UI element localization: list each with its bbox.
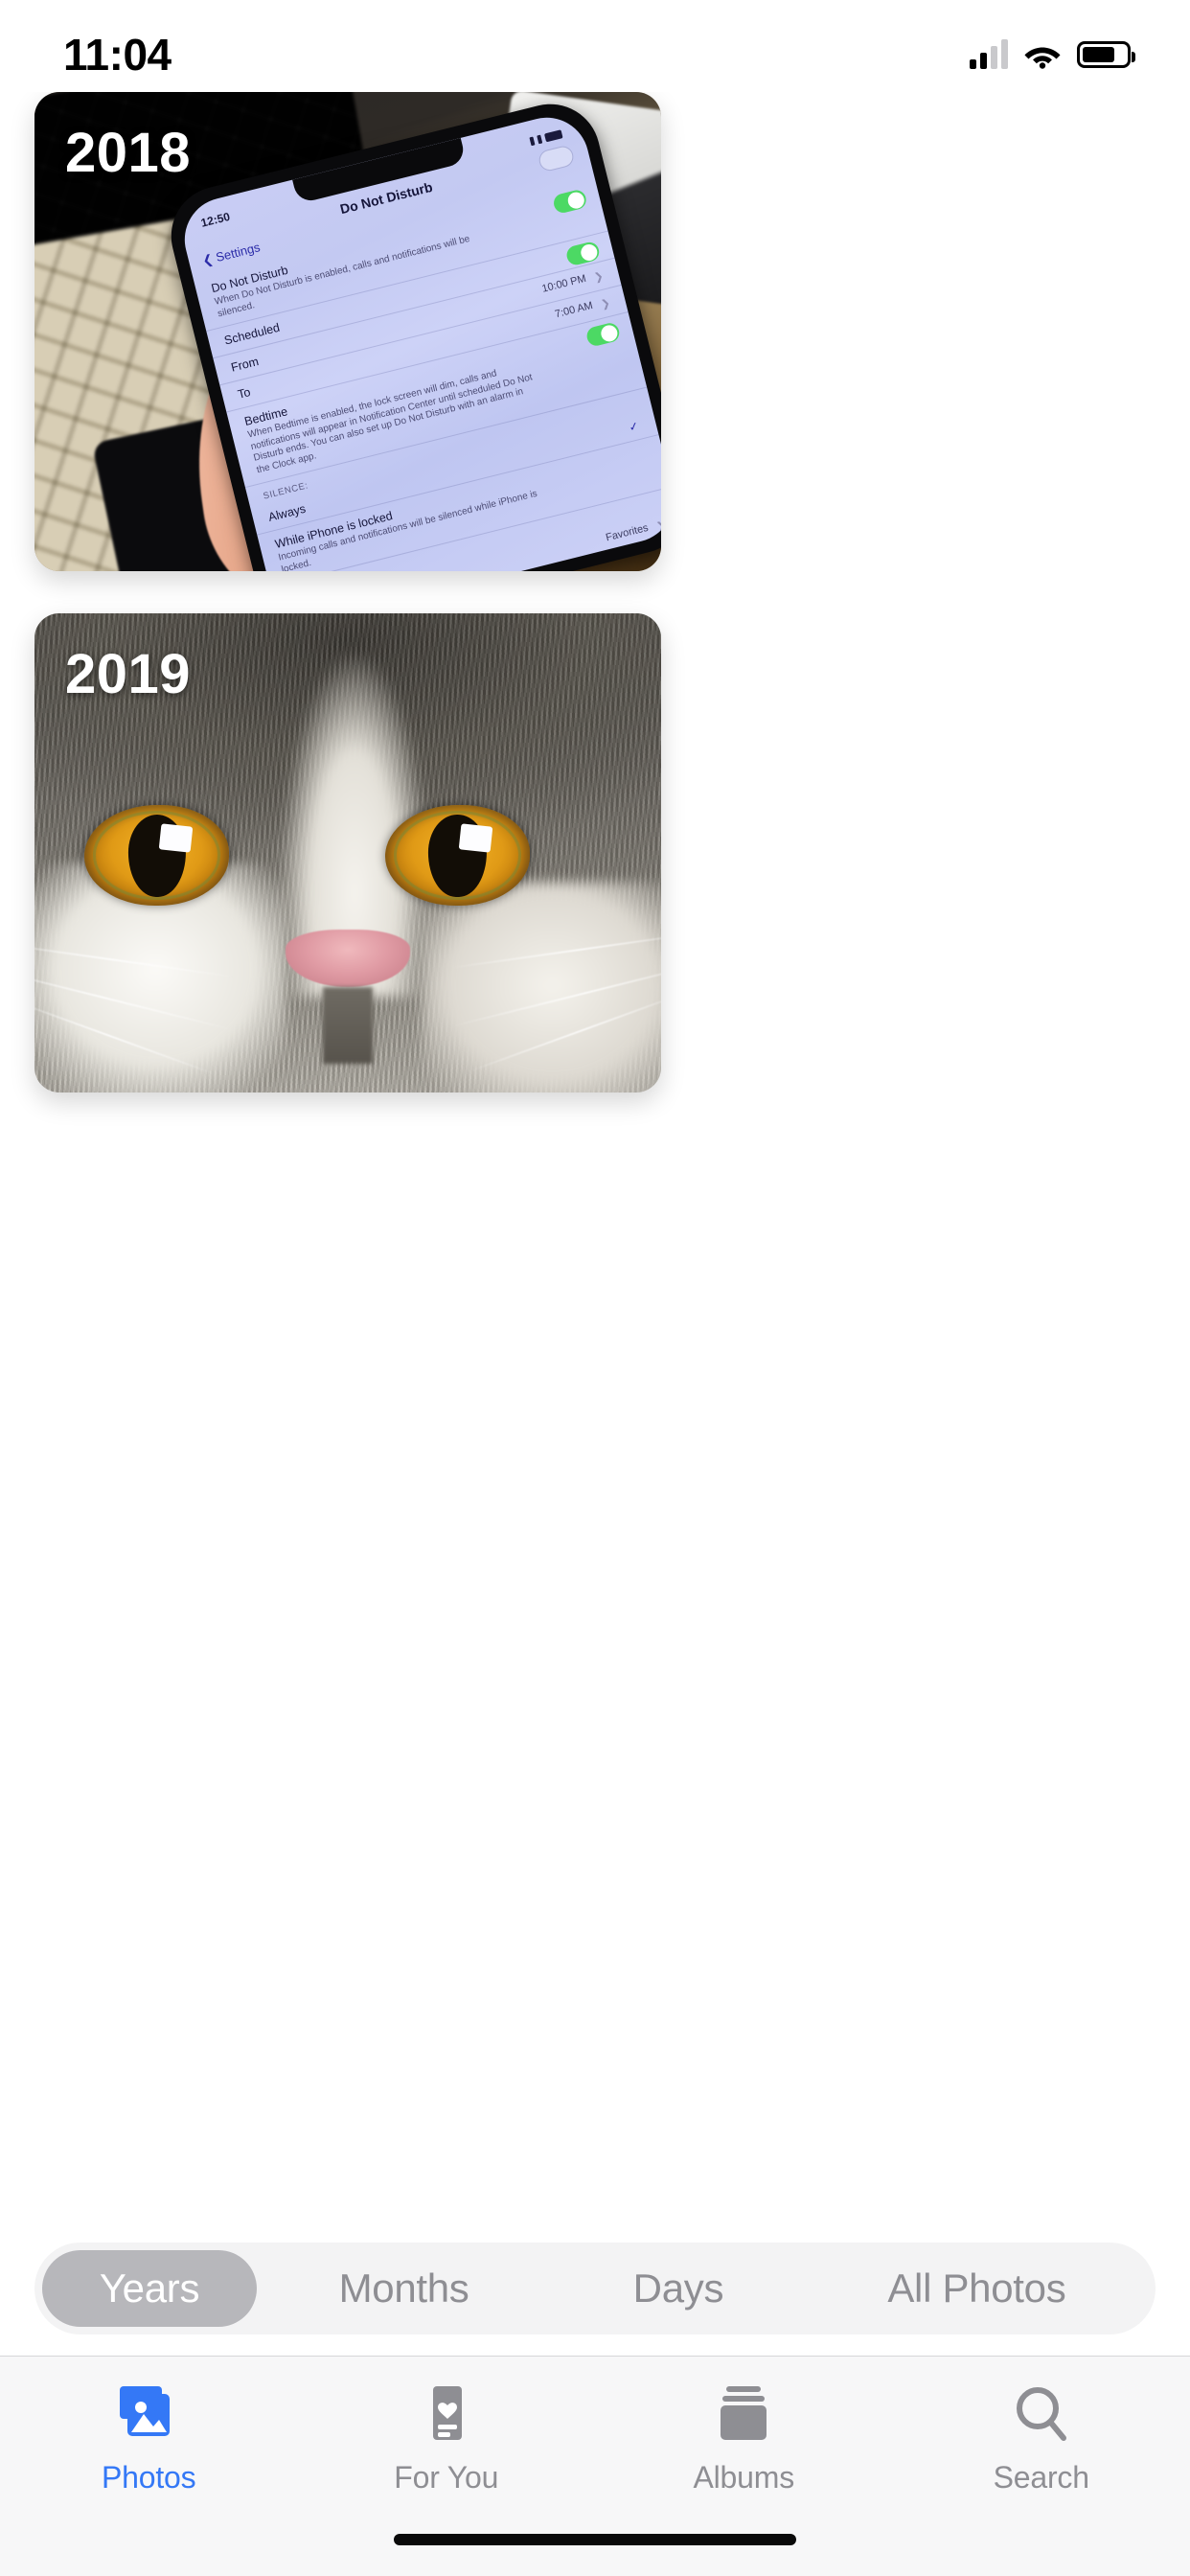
tab-for-you-label: For You [394, 2460, 499, 2495]
for-you-card-heart-icon [412, 2378, 481, 2450]
photos-stack-icon [114, 2378, 183, 2450]
photos-app-screen: 11:04 12:50 Do Not Disturb ❮ Settings Do… [0, 0, 1190, 2576]
status-bar-indicators [970, 39, 1135, 69]
status-bar: 11:04 [0, 0, 1190, 92]
cat-eye-left [84, 805, 229, 906]
home-indicator-area [0, 2534, 1190, 2576]
tab-photos-label: Photos [102, 2460, 196, 2495]
segment-months[interactable]: Months [257, 2250, 551, 2327]
cat-eye-right [385, 805, 530, 906]
year-card-2018[interactable]: 12:50 Do Not Disturb ❮ Settings Do Not D… [34, 92, 661, 571]
inner-toggle-dnd [551, 188, 588, 216]
tab-photos[interactable]: Photos [0, 2378, 298, 2496]
cat-mouth [322, 987, 374, 1064]
year-label-2018: 2018 [65, 122, 192, 184]
home-indicator[interactable] [394, 2534, 796, 2545]
tab-search-label: Search [993, 2460, 1089, 2495]
years-photo-grid[interactable]: 12:50 Do Not Disturb ❮ Settings Do Not D… [0, 92, 1190, 2242]
tab-albums[interactable]: Albums [595, 2378, 893, 2496]
segment-years[interactable]: Years [42, 2250, 257, 2327]
timeline-scope-control-wrapper: Years Months Days All Photos [0, 2242, 1190, 2356]
timeline-scope-control[interactable]: Years Months Days All Photos [34, 2242, 1156, 2334]
albums-stack-icon [709, 2378, 778, 2450]
wifi-icon [1023, 40, 1062, 69]
inner-toggle-bedtime [584, 321, 622, 348]
tab-bar: Photos For You Albums Search [0, 2356, 1190, 2534]
segment-days[interactable]: Days [551, 2250, 806, 2327]
status-bar-time: 11:04 [63, 30, 172, 80]
year-card-2019[interactable]: 2019 [34, 613, 661, 1092]
battery-icon [1077, 41, 1135, 68]
year-label-2019: 2019 [65, 643, 192, 705]
cellular-signal-icon [970, 39, 1008, 69]
magnifying-glass-icon [1007, 2378, 1076, 2450]
tab-albums-label: Albums [693, 2460, 794, 2495]
tab-for-you[interactable]: For You [298, 2378, 596, 2496]
segment-all-photos[interactable]: All Photos [806, 2250, 1148, 2327]
tab-search[interactable]: Search [893, 2378, 1190, 2496]
